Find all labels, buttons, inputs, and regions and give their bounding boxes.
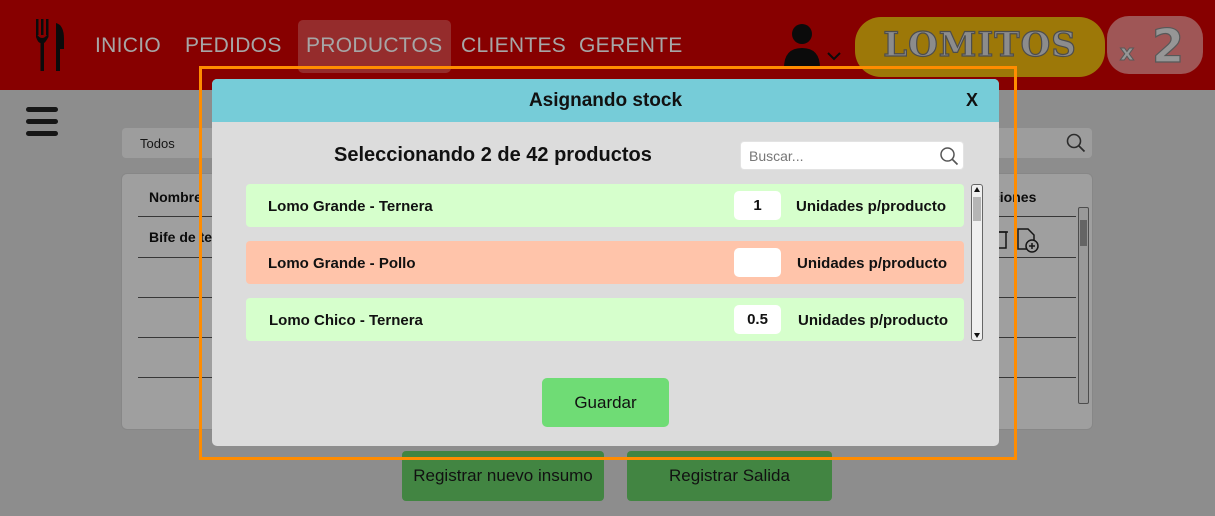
search-field[interactable]	[740, 141, 964, 170]
modal-title: Asignando stock	[528, 90, 683, 111]
search-icon[interactable]	[939, 146, 959, 166]
quantity-input[interactable]	[734, 191, 781, 220]
product-name: Lomo Grande - Ternera	[268, 198, 433, 215]
list-item: Lomo Chico - Ternera Unidades p/producto	[246, 298, 964, 341]
search-input[interactable]	[749, 146, 935, 166]
save-button[interactable]: Guardar	[542, 378, 669, 427]
scroll-up-icon[interactable]	[974, 187, 980, 192]
unit-label: Unidades p/producto	[796, 198, 946, 215]
unit-label: Unidades p/producto	[798, 312, 948, 329]
product-name: Lomo Chico - Ternera	[269, 312, 423, 329]
list-item: Lomo Grande - Ternera Unidades p/product…	[246, 184, 964, 227]
unit-label: Unidades p/producto	[797, 255, 947, 272]
modal-header: Asignando stock X	[212, 79, 999, 122]
quantity-input[interactable]	[734, 305, 781, 334]
assign-stock-modal: Asignando stock X Seleccionando 2 de 42 …	[212, 79, 999, 446]
quantity-input[interactable]	[734, 248, 781, 277]
list-item: Lomo Grande - Pollo Unidades p/producto	[246, 241, 964, 284]
product-name: Lomo Grande - Pollo	[268, 255, 416, 272]
close-button[interactable]: X	[966, 90, 978, 111]
scroll-thumb[interactable]	[973, 197, 981, 221]
selection-count: Seleccionando 2 de 42 productos	[334, 144, 652, 166]
list-scrollbar[interactable]	[971, 184, 983, 341]
scroll-down-icon[interactable]	[974, 333, 980, 338]
